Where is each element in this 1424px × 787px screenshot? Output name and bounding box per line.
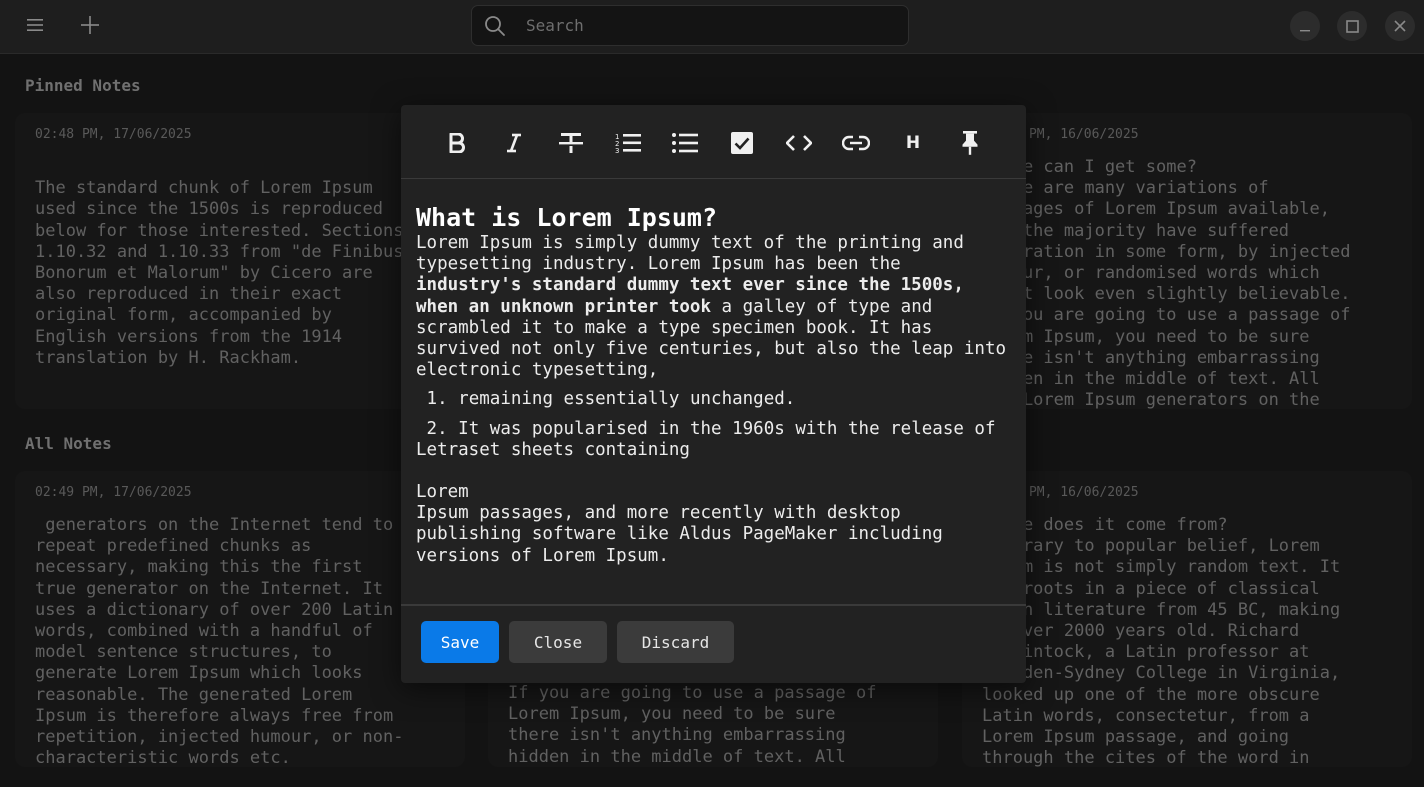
heading-icon[interactable]: H [897,127,929,159]
italic-icon[interactable] [498,127,530,159]
editor-paragraph: Lorem Ipsum is simply dummy text of the … [416,233,1007,381]
list-item: 2. It was popularised in the 1960s with … [416,418,996,460]
minimize-icon[interactable] [1290,11,1320,41]
svg-text:3: 3 [615,147,619,154]
list-item: 1. remaining essentially unchanged. [426,389,796,410]
note-editor-modal: 123 H What is Lorem Ipsum? Lorem Ipsum i… [401,105,1026,683]
search-input[interactable] [526,6,896,45]
editor-paragraph: Lorem Ipsum passages, and more recently w… [416,482,943,566]
checkbox-icon[interactable] [726,127,758,159]
save-button[interactable]: Save [421,621,499,663]
maximize-icon[interactable] [1337,11,1367,41]
ordered-list-icon[interactable]: 123 [612,127,644,159]
plus-icon[interactable] [75,10,105,40]
editor-heading: What is Lorem Ipsum? [416,203,718,232]
divider [401,604,1026,606]
bullet-list-icon[interactable] [669,127,701,159]
search-icon [484,15,506,37]
search-bar[interactable] [471,5,909,46]
strikethrough-icon[interactable] [555,127,587,159]
close-icon[interactable] [1385,11,1415,41]
discard-button[interactable]: Discard [617,621,734,663]
close-button[interactable]: Close [509,621,607,663]
link-icon[interactable] [840,127,872,159]
formatting-toolbar: 123 H [401,105,1026,179]
hamburger-menu-icon[interactable] [20,10,50,40]
code-icon[interactable] [783,127,815,159]
title-bar [0,0,1424,54]
editor-content[interactable]: What is Lorem Ipsum? Lorem Ipsum is simp… [416,203,1016,567]
bold-icon[interactable] [441,127,473,159]
pin-icon[interactable] [954,127,986,159]
